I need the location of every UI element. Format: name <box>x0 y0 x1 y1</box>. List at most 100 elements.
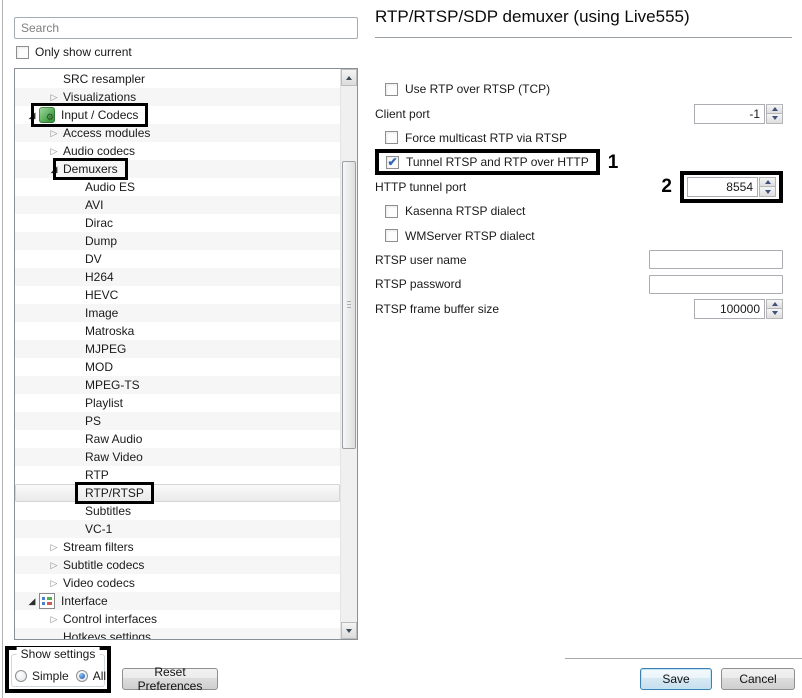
spinbox-client-port[interactable]: -1 <box>694 104 783 124</box>
tree-item-subtitle-codecs[interactable]: ▷Subtitle codecs <box>15 556 340 574</box>
text-input-rtsp-password[interactable] <box>649 275 783 294</box>
checkbox-use-rtp-over-rtsp-tcp[interactable] <box>385 83 398 96</box>
tree-collapsed-arrow-icon[interactable]: ▷ <box>47 147 61 156</box>
annotation-box: ✔Tunnel RTSP and RTP over HTTP <box>375 149 600 175</box>
annotation-box: 8554 <box>680 171 783 203</box>
tree-item-label: MOD <box>83 360 115 374</box>
radio-option-simple[interactable]: Simple <box>15 669 69 683</box>
spin-value[interactable]: 100000 <box>694 299 765 319</box>
checkbox-tunnel-rtsp-and-rtp-over-http[interactable]: ✔ <box>386 156 399 169</box>
tree-item-dirac[interactable]: Dirac <box>15 214 340 232</box>
setting-row-rtsp-password: RTSP password <box>375 272 783 296</box>
tree-collapsed-arrow-icon[interactable]: ▷ <box>47 615 61 624</box>
settings-form: Use RTP over RTSP (TCP) Client port -1 Forc… <box>375 77 783 321</box>
tree-item-rtp[interactable]: RTP <box>15 466 340 484</box>
tree-item-matroska[interactable]: Matroska <box>15 322 340 340</box>
tree-item-src-resampler[interactable]: SRC resampler <box>15 70 340 88</box>
tree-item-label: Access modules <box>61 126 152 140</box>
spin-down-button[interactable] <box>766 308 783 319</box>
text-input-rtsp-user-name[interactable] <box>649 250 783 269</box>
tree-item-image[interactable]: Image <box>15 304 340 322</box>
tree-item-h264[interactable]: H264 <box>15 268 340 286</box>
spin-value[interactable]: 8554 <box>687 177 758 197</box>
tree-item-label: Playlist <box>83 396 125 410</box>
tree-item-hevc[interactable]: HEVC <box>15 286 340 304</box>
show-settings-radios: Simple All <box>15 669 104 683</box>
radio-simple[interactable] <box>15 670 27 682</box>
down-arrow-icon <box>772 116 778 120</box>
tree-item-hotkeys-settings[interactable]: Hotkeys settings <box>15 628 340 640</box>
tree-item-label: SRC resampler <box>61 72 147 86</box>
tree-item-avi[interactable]: AVI <box>15 196 340 214</box>
tree-item-vc-1[interactable]: VC-1 <box>15 520 340 538</box>
annotation-box-show-settings: Show settings SimpleAll <box>5 646 111 693</box>
scrollbar-thumb[interactable] <box>342 161 356 449</box>
tree-item-label: VC-1 <box>83 522 114 536</box>
spin-down-button[interactable] <box>766 113 783 124</box>
setting-row-wmserver-rtsp-dialect: WMServer RTSP dialect <box>375 223 783 247</box>
tree-item-dv[interactable]: DV <box>15 250 340 268</box>
tree-item-playlist[interactable]: Playlist <box>15 394 340 412</box>
checkbox-kasenna-rtsp-dialect[interactable] <box>385 205 398 218</box>
up-arrow-icon <box>346 76 352 80</box>
tree-item-control-interfaces[interactable]: ▷Control interfaces <box>15 610 340 628</box>
footer-separator <box>565 658 802 659</box>
tree-item-dump[interactable]: Dump <box>15 232 340 250</box>
tree-item-label: Dump <box>83 234 119 248</box>
tree-expanded-arrow-icon[interactable]: ◢ <box>25 597 39 606</box>
tree-item-label: DV <box>83 252 104 266</box>
tree-scrollbar[interactable] <box>340 69 357 639</box>
save-button[interactable]: Save <box>640 668 712 690</box>
spinbox-rtsp-frame-buffer-size[interactable]: 100000 <box>694 299 783 319</box>
only-show-current-label: Only show current <box>35 45 132 59</box>
tree-item-label: Audio codecs <box>61 144 137 158</box>
tree-item-mod[interactable]: MOD <box>15 358 340 376</box>
tree-item-subtitles[interactable]: Subtitles <box>15 502 340 520</box>
tree-item-label: Audio ES <box>83 180 137 194</box>
tree-item-video-codecs[interactable]: ▷Video codecs <box>15 574 340 592</box>
scrollbar-up-button[interactable] <box>341 69 357 86</box>
settings-tree: SRC resampler▷Visualizations◢⚙Input / Co… <box>14 68 358 640</box>
radio-option-all[interactable]: All <box>76 669 106 683</box>
tree-item-mpeg-ts[interactable]: MPEG-TS <box>15 376 340 394</box>
tree-item-audio-es[interactable]: Audio ES <box>15 178 340 196</box>
tree-collapsed-arrow-icon[interactable]: ▷ <box>47 129 61 138</box>
spin-buttons <box>759 177 776 197</box>
tree-item-interface[interactable]: ◢Interface <box>15 592 340 610</box>
spin-down-button[interactable] <box>759 186 776 197</box>
tree-item-stream-filters[interactable]: ▷Stream filters <box>15 538 340 556</box>
setting-label: Client port <box>375 107 430 121</box>
cancel-button[interactable]: Cancel <box>721 668 795 690</box>
setting-row-kasenna-rtsp-dialect: Kasenna RTSP dialect <box>375 199 783 223</box>
setting-label: HTTP tunnel port <box>375 180 466 194</box>
tree-item-rtp-rtsp[interactable]: RTP/RTSP <box>15 484 340 502</box>
only-show-current-checkbox[interactable] <box>16 46 29 59</box>
tree-item-raw-audio[interactable]: Raw Audio <box>15 430 340 448</box>
tree-collapsed-arrow-icon[interactable]: ▷ <box>47 561 61 570</box>
tree-item-ps[interactable]: PS <box>15 412 340 430</box>
setting-row-http-tunnel-port: HTTP tunnel port28554 <box>375 175 783 199</box>
tree-collapsed-arrow-icon[interactable]: ▷ <box>47 93 61 102</box>
tree-item-mjpeg[interactable]: MJPEG <box>15 340 340 358</box>
setting-label: Force multicast RTP via RTSP <box>405 131 567 145</box>
spinbox-http-tunnel-port[interactable]: 8554 <box>687 177 776 197</box>
tree-item-access-modules[interactable]: ▷Access modules <box>15 124 340 142</box>
annotation-box: RTP/RTSP <box>75 482 154 504</box>
tree-item-raw-video[interactable]: Raw Video <box>15 448 340 466</box>
tree-item-label: Stream filters <box>61 540 136 554</box>
annotation-box: Demuxers <box>53 158 128 180</box>
tree-item-input-codecs[interactable]: ◢⚙Input / Codecs <box>15 106 340 124</box>
checkbox-wmserver-rtsp-dialect[interactable] <box>385 229 398 242</box>
checkbox-force-multicast-rtp-via-rtsp[interactable] <box>385 131 398 144</box>
annotation-box: ⚙Input / Codecs <box>31 103 148 127</box>
reset-preferences-button[interactable]: Reset Preferences <box>122 668 218 690</box>
setting-row-use-rtp-over-rtsp-tcp: Use RTP over RTSP (TCP) <box>375 77 783 101</box>
spin-value[interactable]: -1 <box>694 104 765 124</box>
scrollbar-down-button[interactable] <box>341 622 357 639</box>
tree-collapsed-arrow-icon[interactable]: ▷ <box>47 543 61 552</box>
tree-item-label: Hotkeys settings <box>61 630 153 640</box>
tree-item-demuxers[interactable]: ◢Demuxers <box>15 160 340 178</box>
search-input[interactable] <box>14 17 358 39</box>
radio-all[interactable] <box>76 670 88 682</box>
tree-collapsed-arrow-icon[interactable]: ▷ <box>47 579 61 588</box>
